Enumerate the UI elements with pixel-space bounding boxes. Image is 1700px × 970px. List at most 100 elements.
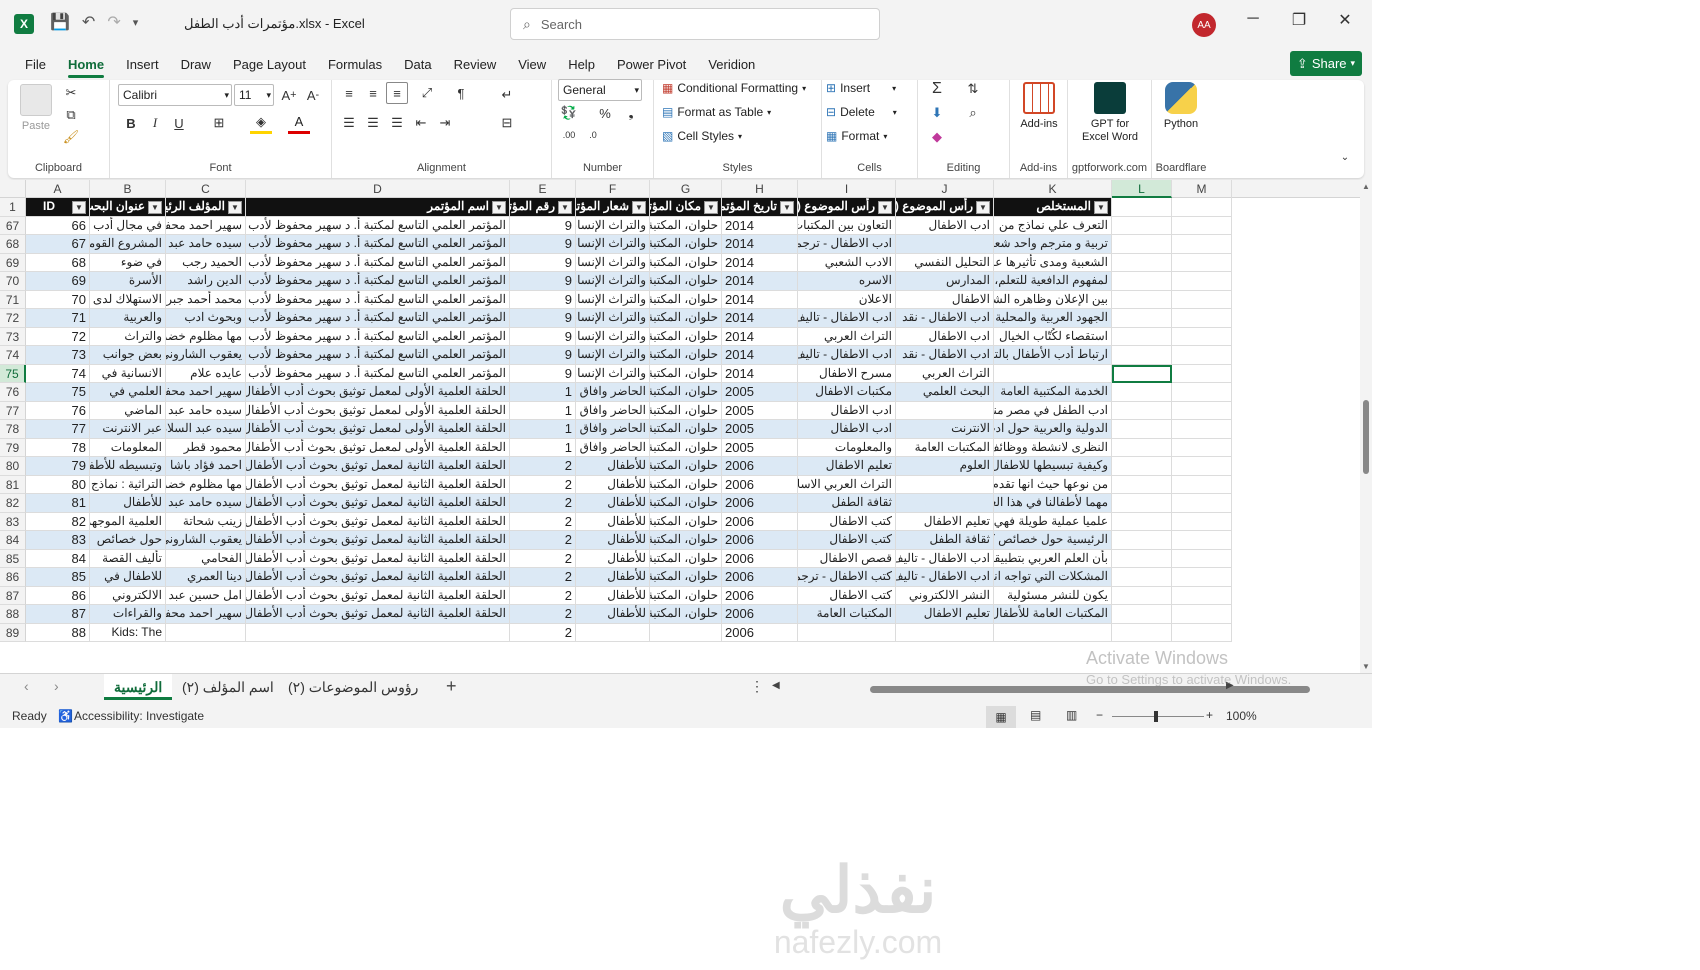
table-cell[interactable]: المؤتمر العلمي التاسع لمكتبة أ. د سهير م… xyxy=(246,309,510,328)
column-header-j[interactable]: J xyxy=(896,180,994,198)
wrap-text-icon[interactable]: ↵ xyxy=(496,84,518,106)
table-cell[interactable]: 88 xyxy=(26,623,90,642)
column-header-g[interactable]: G xyxy=(650,180,722,198)
table-cell[interactable]: الحلقة العلمية الأولى لمعمل توثيق بحوث أ… xyxy=(246,420,510,439)
table-cell[interactable]: ادب الاطفال - ترجمة xyxy=(798,235,896,254)
horizontal-scrollbar[interactable] xyxy=(862,686,1358,694)
tab-insert[interactable]: Insert xyxy=(115,51,170,78)
table-cell[interactable]: 2005 xyxy=(722,383,798,402)
table-header-cell[interactable]: المؤلف الرئيسي▼ xyxy=(166,198,246,217)
table-cell[interactable] xyxy=(896,623,994,642)
table-cell[interactable]: 9 xyxy=(510,327,576,346)
table-cell[interactable]: تربية و مترجم واحد شعري، xyxy=(994,235,1112,254)
table-cell[interactable]: كتب الاطفال - ترجمة xyxy=(798,568,896,587)
table-cell[interactable] xyxy=(994,623,1112,642)
table-cell[interactable]: الاعلان xyxy=(798,290,896,309)
row-header[interactable]: 76 xyxy=(0,383,26,402)
column-header-i[interactable]: I xyxy=(798,180,896,198)
table-cell[interactable]: الانترنت xyxy=(896,420,994,439)
row-header[interactable]: 74 xyxy=(0,346,26,365)
align-bottom-icon[interactable]: ≡ xyxy=(386,82,408,104)
table-cell[interactable]: 2 xyxy=(510,568,576,587)
table-cell[interactable]: سهير احمد محفوظ xyxy=(166,605,246,624)
table-cell[interactable]: 70 xyxy=(26,290,90,309)
table-cell[interactable]: ادب الاطفال - تاليف xyxy=(798,309,896,328)
empty-cell[interactable] xyxy=(1112,290,1172,309)
zoom-out-icon[interactable]: − xyxy=(1096,708,1103,722)
tab-help[interactable]: Help xyxy=(557,51,606,78)
column-header-a[interactable]: A xyxy=(26,180,90,198)
page-layout-view-icon[interactable]: ▤ xyxy=(1030,708,1041,722)
insert-cells-button[interactable]: ⊞ Insert ▾ xyxy=(826,81,896,95)
worksheet-grid[interactable]: 1ID▼عنوان البحث▼المؤلف الرئيسي▼اسم المؤت… xyxy=(0,198,1360,673)
table-cell[interactable]: التعرف علي نماذج من xyxy=(994,216,1112,235)
table-cell[interactable]: بأن العلم العربي بتطبيقاته xyxy=(994,549,1112,568)
row-header[interactable]: 78 xyxy=(0,420,26,439)
column-header-h[interactable]: H xyxy=(722,180,798,198)
table-cell[interactable]: والتراث xyxy=(90,327,166,346)
table-cell[interactable]: الحلقة العلمية الثانية لمعمل توثيق بحوث … xyxy=(246,568,510,587)
table-cell[interactable]: 2014 xyxy=(722,235,798,254)
addins-button[interactable]: Add-ins xyxy=(1016,82,1062,131)
empty-cell[interactable] xyxy=(1172,216,1232,235)
table-cell[interactable]: والتراث الإنساني xyxy=(576,253,650,272)
align-center-icon[interactable]: ☰ xyxy=(362,112,384,134)
tab-home[interactable]: Home xyxy=(57,51,115,78)
table-cell[interactable]: التراثية : نماذج xyxy=(90,475,166,494)
table-cell[interactable]: 2014 xyxy=(722,290,798,309)
table-cell[interactable]: حلوان، المكتبة xyxy=(650,531,722,550)
table-cell[interactable]: 1 xyxy=(510,383,576,402)
underline-icon[interactable]: U xyxy=(168,112,190,134)
sheet-tab-main[interactable]: الرئيسية xyxy=(104,674,173,700)
table-cell[interactable]: 9 xyxy=(510,216,576,235)
table-cell[interactable]: التراث العربي xyxy=(798,327,896,346)
table-cell[interactable]: 2006 xyxy=(722,531,798,550)
table-cell[interactable]: كتب الاطفال xyxy=(798,512,896,531)
filter-dropdown-icon[interactable]: ▼ xyxy=(878,201,892,214)
empty-cell[interactable] xyxy=(1112,383,1172,402)
table-cell[interactable]: ادب الاطفال - نقد xyxy=(896,346,994,365)
table-cell[interactable]: 2014 xyxy=(722,309,798,328)
table-cell[interactable]: والتراث الإنساني xyxy=(576,235,650,254)
table-cell[interactable]: ادب الاطفال xyxy=(896,216,994,235)
table-cell[interactable]: 2006 xyxy=(722,623,798,642)
table-cell[interactable]: 82 xyxy=(26,512,90,531)
table-cell[interactable]: 71 xyxy=(26,309,90,328)
table-cell[interactable]: مهما لأطفالنا في هذا العصر xyxy=(994,494,1112,513)
tab-draw[interactable]: Draw xyxy=(170,51,222,78)
table-cell[interactable]: حلوان، المكتبة xyxy=(650,290,722,309)
table-cell[interactable]: سيده حامد عبد العال xyxy=(166,401,246,420)
paste-button[interactable]: Paste xyxy=(20,84,52,133)
align-middle-icon[interactable]: ≡ xyxy=(362,82,384,104)
table-cell[interactable]: في مجال أدب xyxy=(90,216,166,235)
empty-cell[interactable] xyxy=(1112,309,1172,328)
decrease-decimal-icon[interactable]: .0 xyxy=(582,124,604,146)
table-cell[interactable]: الحلقة العلمية الثانية لمعمل توثيق بحوث … xyxy=(246,586,510,605)
column-header-e[interactable]: E xyxy=(510,180,576,198)
table-header-cell[interactable]: المستخلص ▼ xyxy=(994,198,1112,217)
empty-cell[interactable] xyxy=(1112,235,1172,254)
empty-cell[interactable] xyxy=(1172,475,1232,494)
table-cell[interactable] xyxy=(798,623,896,642)
table-cell[interactable]: مكتبات الاطفال xyxy=(798,383,896,402)
empty-cell[interactable] xyxy=(1172,549,1232,568)
table-cell[interactable]: 2005 xyxy=(722,401,798,420)
percent-icon[interactable]: % xyxy=(594,102,616,124)
empty-cell[interactable] xyxy=(1172,605,1232,624)
font-size-dropdown[interactable]: 11 ▾ xyxy=(234,84,274,106)
table-cell[interactable]: سهير احمد محفوظ xyxy=(166,216,246,235)
row-header[interactable]: 72 xyxy=(0,309,26,328)
table-cell[interactable]: قصص الاطفال xyxy=(798,549,896,568)
table-cell[interactable]: حلوان، المكتبة xyxy=(650,475,722,494)
empty-cell[interactable] xyxy=(1112,512,1172,531)
empty-cell[interactable] xyxy=(1112,420,1172,439)
table-cell[interactable]: Kids: The xyxy=(90,623,166,642)
empty-cell[interactable] xyxy=(1172,364,1232,383)
empty-cell[interactable] xyxy=(1172,420,1232,439)
table-cell[interactable]: وبحوث ادب xyxy=(166,309,246,328)
table-cell[interactable]: للأطفال xyxy=(576,475,650,494)
row-header[interactable]: 85 xyxy=(0,549,26,568)
table-cell[interactable]: ثقافة الطفل xyxy=(896,531,994,550)
find-select-icon[interactable]: ⌕ xyxy=(962,102,984,124)
table-cell[interactable]: 2014 xyxy=(722,346,798,365)
